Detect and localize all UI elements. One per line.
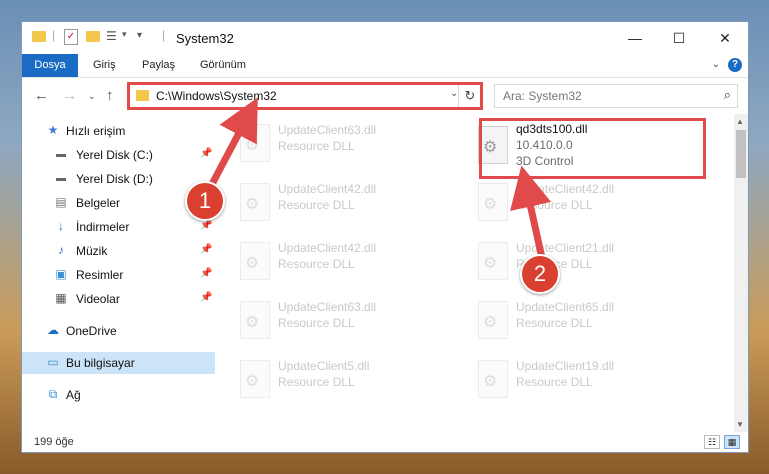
arrow-to-address-bar: [206, 97, 258, 192]
arrow-to-file: [510, 165, 552, 262]
step-1-badge: 1: [185, 181, 225, 221]
annotation-arrows: [206, 97, 552, 262]
step-2-badge: 2: [520, 254, 560, 294]
